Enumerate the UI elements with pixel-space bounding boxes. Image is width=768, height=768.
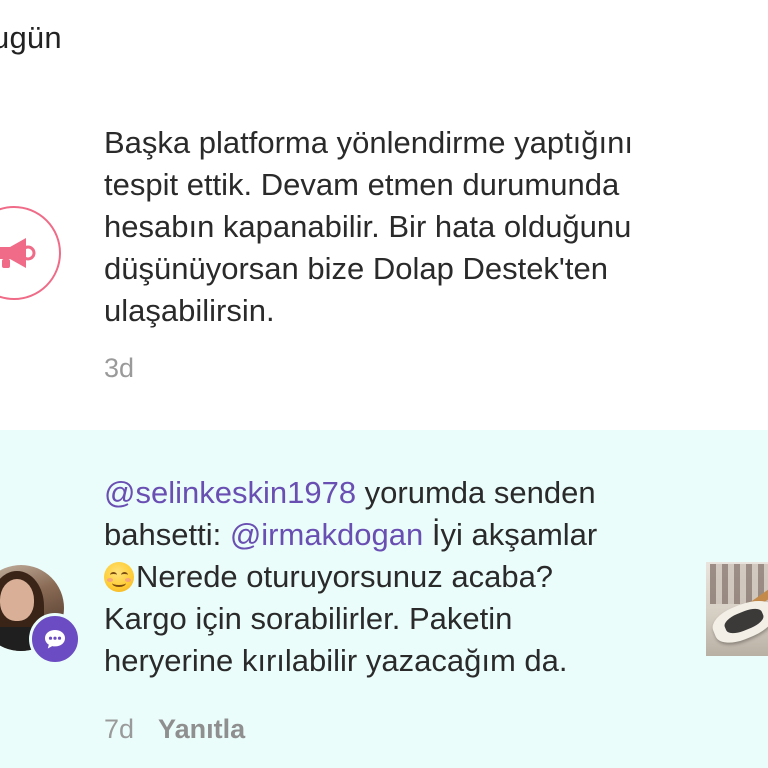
notifications-page: ugün Başka platforma yönlendirme yaptığı… <box>0 0 768 768</box>
reply-button[interactable]: Yanıtla <box>158 714 245 745</box>
notification-time: 3d <box>104 353 135 383</box>
section-header: ugün <box>0 20 62 55</box>
notification-item-system[interactable]: Başka platforma yönlendirme yaptığını te… <box>0 88 768 428</box>
message-text-part: İyi akşamlar <box>431 517 598 552</box>
comment-bubble-icon <box>29 613 81 665</box>
notification-meta: 3d <box>104 353 134 384</box>
notification-message: @selinkeskin1978 yorumda senden bahsetti… <box>104 472 689 682</box>
product-thumbnail[interactable] <box>706 562 768 656</box>
mention-target-link[interactable]: @irmakdogan <box>230 517 423 552</box>
message-text-part: Nerede oturuyorsunuz acaba? Kargo için s… <box>104 559 568 678</box>
notification-message: Başka platforma yönlendirme yaptığını te… <box>104 125 633 328</box>
megaphone-icon <box>0 206 61 300</box>
smiling-face-emoji-icon <box>104 562 134 592</box>
notification-time: 7d <box>104 714 135 744</box>
mention-user-link[interactable]: @selinkeskin1978 <box>104 475 356 510</box>
notification-item-comment[interactable]: @selinkeskin1978 yorumda senden bahsetti… <box>0 430 768 768</box>
notification-meta: 7d Yanıtla <box>104 714 245 745</box>
